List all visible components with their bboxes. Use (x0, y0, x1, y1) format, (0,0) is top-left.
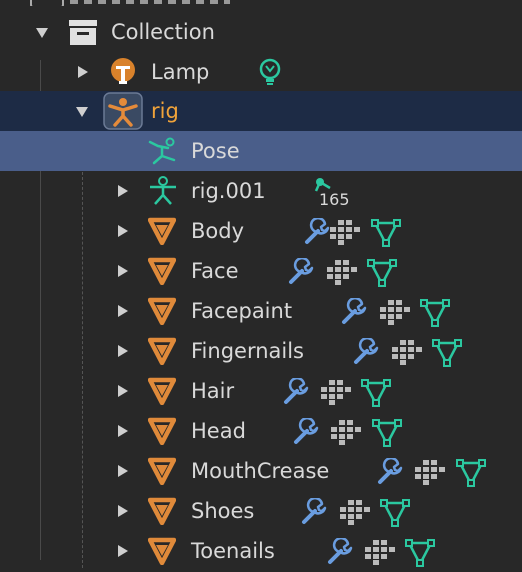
collection-label: Collection (111, 20, 215, 44)
vertex-group-icon[interactable] (371, 416, 403, 452)
collapse-triangle[interactable] (36, 28, 48, 38)
mesh-label: Toenails (191, 539, 275, 563)
wrench-icon[interactable] (340, 296, 368, 330)
mesh-row[interactable]: Face (0, 251, 522, 291)
mesh-icon (147, 337, 177, 369)
grid-icon[interactable] (365, 539, 395, 569)
rig001-row[interactable]: rig.001 165 (0, 171, 522, 211)
lamp-label: Lamp (151, 60, 210, 84)
mesh-label: Shoes (191, 499, 255, 523)
mesh-icon (147, 497, 177, 529)
wrench-icon[interactable] (352, 336, 380, 370)
lamp-row[interactable]: Lamp (0, 52, 522, 92)
vertex-group-icon[interactable] (455, 456, 487, 492)
grid-icon[interactable] (330, 219, 360, 249)
expand-triangle[interactable] (118, 545, 128, 557)
expand-triangle[interactable] (118, 345, 128, 357)
mesh-label: Face (191, 259, 239, 283)
armature-icon (103, 92, 143, 134)
collapse-triangle[interactable] (76, 107, 88, 117)
wrench-icon[interactable] (303, 216, 331, 250)
mesh-icon (147, 297, 177, 329)
vertex-group-icon[interactable] (366, 256, 398, 292)
collection-row[interactable]: Collection (0, 12, 522, 52)
light-data-icon[interactable] (256, 58, 284, 92)
mesh-label: Body (191, 219, 245, 243)
mesh-icon (147, 417, 177, 449)
expand-triangle[interactable] (118, 385, 128, 397)
vertex-group-icon[interactable] (419, 296, 451, 332)
mesh-label: Facepaint (191, 299, 293, 323)
grid-icon[interactable] (340, 499, 370, 529)
vertex-group-icon[interactable] (370, 216, 402, 252)
mesh-row[interactable]: Head (0, 411, 522, 451)
wrench-icon[interactable] (287, 256, 315, 290)
expand-triangle[interactable] (118, 425, 128, 437)
grid-icon[interactable] (415, 459, 445, 489)
vertex-group-icon[interactable] (404, 536, 436, 572)
mesh-row[interactable]: Fingernails (0, 331, 522, 371)
mesh-label: Head (191, 419, 246, 443)
expand-triangle[interactable] (118, 305, 128, 317)
vertex-group-icon[interactable] (379, 496, 411, 532)
expand-triangle[interactable] (118, 185, 128, 197)
wrench-icon[interactable] (326, 536, 354, 570)
wrench-icon[interactable] (282, 376, 310, 410)
expand-triangle[interactable] (118, 265, 128, 277)
collection-icon (68, 18, 98, 50)
grid-icon[interactable] (392, 339, 422, 369)
wrench-icon[interactable] (376, 456, 404, 490)
mesh-icon (147, 217, 177, 249)
expand-triangle[interactable] (118, 505, 128, 517)
mesh-label: Hair (191, 379, 235, 403)
mesh-row[interactable]: Toenails (0, 531, 522, 571)
rig-row[interactable]: rig (0, 91, 522, 131)
mesh-icon (147, 537, 177, 569)
lamp-icon (108, 57, 138, 91)
clipped-top-row (20, 0, 240, 6)
grid-icon[interactable] (321, 379, 351, 409)
mesh-row[interactable]: Facepaint (0, 291, 522, 331)
rig001-label: rig.001 (191, 179, 266, 203)
armature-data-icon (148, 175, 178, 211)
grid-icon[interactable] (331, 419, 361, 449)
wrench-icon[interactable] (300, 496, 328, 530)
mesh-icon (147, 377, 177, 409)
expand-triangle[interactable] (118, 465, 128, 477)
bone-count: 165 (319, 190, 350, 209)
expand-triangle[interactable] (118, 225, 128, 237)
mesh-row[interactable]: Shoes (0, 491, 522, 531)
mesh-label: MouthCrease (191, 459, 330, 483)
mesh-icon (147, 257, 177, 289)
pose-row[interactable]: Pose (0, 131, 522, 171)
mesh-row[interactable]: Hair (0, 371, 522, 411)
mesh-row[interactable]: Body (0, 211, 522, 251)
mesh-label: Fingernails (191, 339, 304, 363)
pose-label: Pose (191, 139, 240, 163)
grid-icon[interactable] (380, 299, 410, 329)
pose-icon (148, 136, 180, 170)
grid-icon[interactable] (327, 259, 357, 289)
rig-label: rig (151, 99, 179, 123)
wrench-icon[interactable] (292, 416, 320, 450)
mesh-icon (147, 457, 177, 489)
vertex-group-icon[interactable] (360, 376, 392, 412)
mesh-row[interactable]: MouthCrease (0, 451, 522, 491)
expand-triangle[interactable] (78, 66, 88, 78)
vertex-group-icon[interactable] (431, 336, 463, 372)
